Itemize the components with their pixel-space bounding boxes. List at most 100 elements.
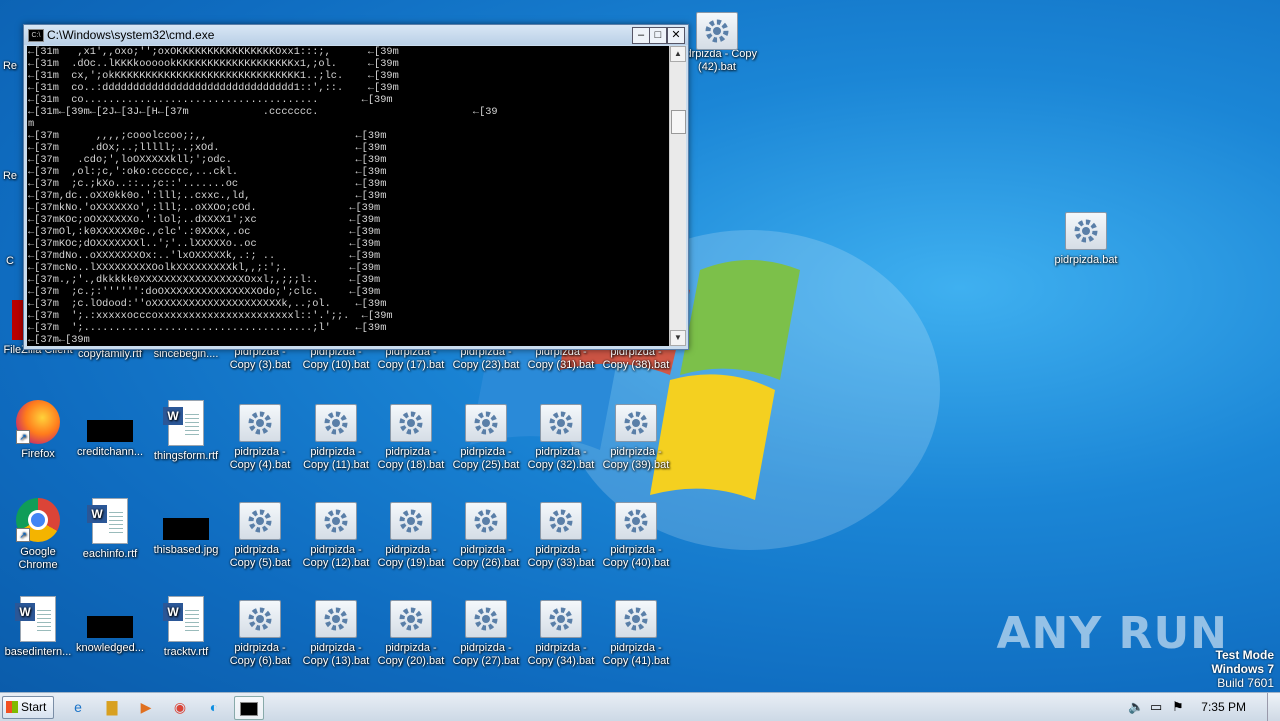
minimize-button[interactable]: –: [632, 27, 650, 44]
console-line: ←[37m.,;'.,dkkkkk0XXXXXXXXXXXXXXXXXOxxl;…: [28, 274, 381, 286]
batch-file-icon: [540, 502, 582, 540]
chrome-icon[interactable]: ◉: [168, 696, 192, 718]
desktop-icon-basedintern[interactable]: W basedintern...: [0, 596, 76, 659]
anyrun-watermark: ANY RUN: [996, 608, 1228, 659]
desktop-icon-label: creditchann...: [76, 446, 144, 458]
chrome-icon: ↗: [16, 498, 60, 542]
console-line: ←[37mKOc;oOXXXXXXo.':lol;..dXXXX1';xc ←[…: [28, 214, 381, 226]
flag-icon[interactable]: ⚑: [1172, 699, 1184, 715]
batch-file-icon: [696, 12, 738, 50]
batch-file-icon: [315, 600, 357, 638]
console-line: ←[37m ';.:xxxxxocccoxxxxxxxxxxxxxxxxxxxx…: [28, 310, 393, 322]
show-desktop-button[interactable]: [1267, 693, 1280, 721]
desktop-icon-thisbased[interactable]: thisbased.jpg: [148, 498, 224, 557]
media-player-icon[interactable]: ▶: [134, 696, 158, 718]
cmd-titlebar[interactable]: C:\ C:\Windows\system32\cmd.exe – □ ✕: [24, 25, 688, 45]
redacted-icon: [87, 420, 133, 442]
clock[interactable]: 7:35 PM: [1201, 700, 1246, 714]
desktop-icon-label: thingsform.rtf: [153, 450, 219, 462]
console-line: ←[37mOl,:k0XXXXXX0c.,clc'.:0XXXx,.oc ←[3…: [28, 226, 381, 238]
vertical-scrollbar[interactable]: ▲ ▼: [669, 46, 686, 346]
batch-file-icon: [239, 600, 281, 638]
scroll-up-icon[interactable]: ▲: [670, 46, 686, 62]
desktop-icon-pidrpizda[interactable]: pidrpizda.bat: [1048, 208, 1124, 267]
desktop-icon-label: pidrpizda - Copy (32).bat: [527, 446, 595, 471]
ie-icon[interactable]: e: [66, 696, 90, 718]
desktop-icon-bat[interactable]: pidrpizda - Copy (25).bat: [448, 400, 524, 472]
desktop-icon-chrome[interactable]: ↗ Google Chrome: [0, 498, 76, 572]
desktop-icon-label: pidrpizda - Copy (26).bat: [452, 544, 520, 569]
desktop-icon-thingsform[interactable]: W thingsform.rtf: [148, 400, 224, 463]
redacted-icon: [87, 616, 133, 638]
batch-file-icon: [315, 502, 357, 540]
desktop-icon-bat[interactable]: pidrpizda - Copy (12).bat: [298, 498, 374, 570]
edge-icon[interactable]: ◐: [202, 696, 226, 718]
batch-file-icon: [239, 502, 281, 540]
shortcut-arrow-icon: ↗: [16, 430, 30, 444]
network-icon[interactable]: ▭: [1150, 699, 1162, 715]
redacted-icon: [163, 518, 209, 540]
maximize-button[interactable]: □: [649, 27, 667, 44]
batch-file-icon: [615, 502, 657, 540]
desktop-icon-bat[interactable]: pidrpizda - Copy (13).bat: [298, 596, 374, 668]
desktop-icon-knowledged[interactable]: knowledged...: [72, 596, 148, 655]
console-output[interactable]: ←[31m ,x1',,oxo;'';oxOKKKKKKKKKKKKKKKKOx…: [27, 46, 669, 346]
desktop-icon-bat[interactable]: pidrpizda - Copy (18).bat: [373, 400, 449, 472]
desktop-icon-label: pidrpizda - Copy (4).bat: [229, 446, 291, 471]
console-line: ←[37m←[39m: [28, 334, 90, 346]
console-line: ←[37m ,ol:;c,':oko:cccccc,...ckl. ←[39m: [28, 166, 387, 178]
batch-file-icon: [465, 600, 507, 638]
desktop-icon-label: pidrpizda - Copy (33).bat: [527, 544, 595, 569]
desktop-icon-bat[interactable]: pidrpizda - Copy (11).bat: [298, 400, 374, 472]
desktop-icon-label: pidrpizda - Copy (25).bat: [452, 446, 520, 471]
batch-file-icon: [315, 404, 357, 442]
desktop-icon-bat[interactable]: pidrpizda - Copy (32).bat: [523, 400, 599, 472]
desktop-icon-label: pidrpizda - Copy (39).bat: [602, 446, 670, 471]
desktop-icon-bat[interactable]: pidrpizda - Copy (34).bat: [523, 596, 599, 668]
batch-file-icon: [615, 600, 657, 638]
cmd-icon[interactable]: C:\: [28, 29, 44, 42]
desktop-icon-bat[interactable]: pidrpizda - Copy (4).bat: [222, 400, 298, 472]
start-button[interactable]: Start: [2, 696, 54, 719]
console-line: ←[37m ;c.;:'''''':doOXXXXXXXXXXXXXXXOdo;…: [28, 286, 381, 298]
close-button[interactable]: ✕: [667, 27, 685, 44]
desktop-icon-bat[interactable]: pidrpizda - Copy (19).bat: [373, 498, 449, 570]
desktop-icon-creditchann[interactable]: creditchann...: [72, 400, 148, 459]
desktop-icon-bat[interactable]: pidrpizda - Copy (20).bat: [373, 596, 449, 668]
desktop-icon-eachinfo[interactable]: W eachinfo.rtf: [72, 498, 148, 561]
desktop-icon-bat[interactable]: pidrpizda - Copy (41).bat: [598, 596, 674, 668]
desktop-icon-label: Firefox: [21, 448, 55, 460]
console-line: ←[37m ;c.;kXo..::..;c::'.......oc ←[39m: [28, 178, 387, 190]
desktop-icon-bat[interactable]: pidrpizda - Copy (6).bat: [222, 596, 298, 668]
explorer-icon[interactable]: ▇: [100, 696, 124, 718]
desktop-icon-bat[interactable]: pidrpizda - Copy (26).bat: [448, 498, 524, 570]
console-line: ←[37mcNo..lXXXXXXXXXOolkXXXXXXXXXkl,,;:'…: [28, 262, 381, 274]
console-line: m: [28, 118, 35, 130]
desktop-icon-label: Google Chrome: [18, 546, 58, 571]
batch-file-icon: [465, 502, 507, 540]
batch-file-icon: [465, 404, 507, 442]
batch-file-icon: [390, 404, 432, 442]
desktop-icon-bat[interactable]: pidrpizda - Copy (27).bat: [448, 596, 524, 668]
desktop-icon-label: pidrpizda - Copy (12).bat: [302, 544, 370, 569]
cmd-icon[interactable]: [234, 696, 264, 720]
desktop-icon-bat[interactable]: pidrpizda - Copy (39).bat: [598, 400, 674, 472]
cmd-window[interactable]: C:\ C:\Windows\system32\cmd.exe – □ ✕ ←[…: [23, 24, 689, 350]
batch-file-icon: [540, 600, 582, 638]
os-name-line: Windows 7: [1211, 662, 1274, 676]
desktop-icon-label: pidrpizda - Copy (40).bat: [602, 544, 670, 569]
desktop-icon-firefox[interactable]: ↗ Firefox: [0, 400, 76, 461]
desktop-icon-bat[interactable]: pidrpizda - Copy (40).bat: [598, 498, 674, 570]
desktop-icon-label: eachinfo.rtf: [82, 548, 138, 560]
word-doc-icon: W: [163, 400, 204, 446]
windows-logo-icon: [6, 701, 18, 713]
desktop-icon-bat[interactable]: pidrpizda - Copy (5).bat: [222, 498, 298, 570]
desktop-icon-bat[interactable]: pidrpizda - Copy (33).bat: [523, 498, 599, 570]
desktop-icon-tracktv[interactable]: W tracktv.rtf: [148, 596, 224, 659]
desktop-icon-label: tracktv.rtf: [163, 646, 209, 658]
scroll-thumb[interactable]: [671, 110, 686, 134]
console-line: ←[37m,dc..oXX0kk0o.':lll;..cxxc.,ld, ←[3…: [28, 190, 387, 202]
batch-file-icon: [1065, 212, 1107, 250]
scroll-down-icon[interactable]: ▼: [670, 330, 686, 346]
speaker-icon[interactable]: 🔈: [1128, 699, 1144, 715]
